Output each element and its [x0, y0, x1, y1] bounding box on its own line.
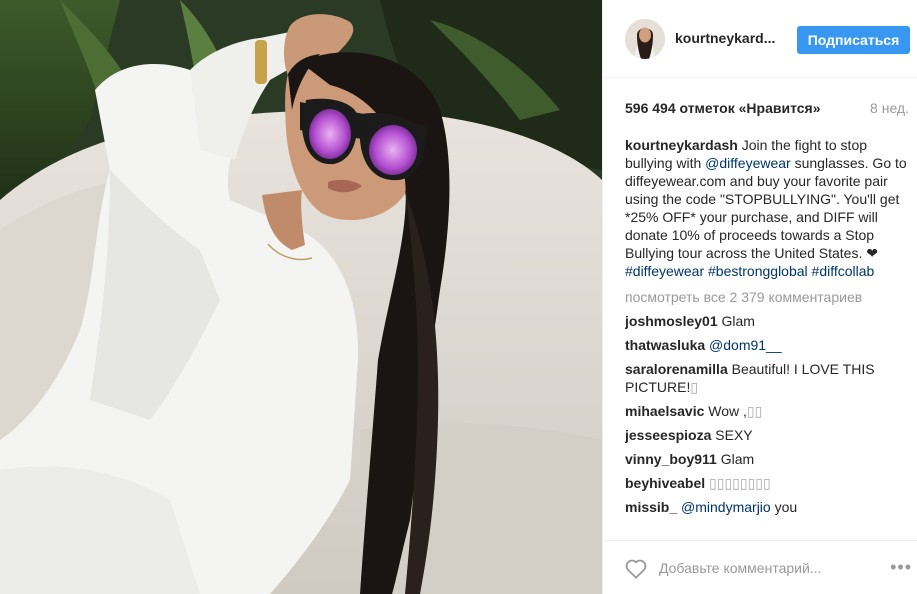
photo-illustration: [0, 0, 602, 594]
emoji-placeholder: ▯▯: [746, 403, 763, 419]
more-options-icon[interactable]: •••: [890, 557, 912, 578]
emoji-placeholder: ▯▯▯▯▯▯▯▯: [709, 475, 771, 491]
comment-bar: Добавьте комментарий... •••: [603, 540, 917, 594]
comment-username[interactable]: vinny_boy911: [625, 451, 717, 467]
likes-count[interactable]: 596 494 отметок «Нравится»: [625, 100, 821, 116]
post-header: kourtneykard... Подписаться: [603, 0, 917, 78]
comment-text: you: [774, 499, 798, 515]
comment-username[interactable]: thatwasluka: [625, 337, 705, 353]
username-link[interactable]: kourtneykard...: [675, 30, 775, 46]
emoji-placeholder: ▯: [690, 379, 699, 395]
post-sidebar: kourtneykard... Подписаться 596 494 отме…: [602, 0, 917, 594]
avatar[interactable]: [625, 19, 665, 59]
follow-button[interactable]: Подписаться: [797, 26, 910, 54]
add-comment-input[interactable]: Добавьте комментарий...: [659, 560, 821, 576]
post-age[interactable]: 8 нед.: [870, 100, 909, 116]
post-photo[interactable]: [0, 0, 602, 594]
comments-list: kourtneykardash Join the fight to stop b…: [625, 136, 911, 536]
view-all-comments-link[interactable]: посмотреть все 2 379 комментариев: [625, 288, 911, 306]
comment-username[interactable]: saralorenamilla: [625, 361, 728, 377]
comment-text: Glam: [721, 313, 755, 329]
comment-username[interactable]: missib_: [625, 499, 677, 515]
comment-text: Wow ,: [708, 403, 747, 419]
caption: kourtneykardash Join the fight to stop b…: [625, 136, 911, 280]
heart-icon[interactable]: [625, 559, 647, 579]
avatar-image: [625, 19, 665, 59]
comment-item: joshmosley01 Glam: [625, 312, 911, 330]
comment-text: SEXY: [715, 427, 753, 443]
caption-mention[interactable]: @diffeyewear: [705, 155, 791, 171]
post-window: kourtneykard... Подписаться 596 494 отме…: [0, 0, 917, 594]
comment-item: mihaelsavic Wow ,▯▯: [625, 402, 911, 420]
comment-mention[interactable]: @mindymarjio: [681, 499, 771, 515]
caption-username[interactable]: kourtneykardash: [625, 137, 738, 153]
comment-item: missib_ @mindymarjio you: [625, 498, 911, 516]
comment-username[interactable]: beyhiveabel: [625, 475, 705, 491]
comment-username[interactable]: joshmosley01: [625, 313, 718, 329]
comment-mention[interactable]: @dom91__: [709, 337, 782, 353]
comment-item: thatwasluka @dom91__: [625, 336, 911, 354]
comment-item: beyhiveabel ▯▯▯▯▯▯▯▯: [625, 474, 911, 492]
caption-hashtags[interactable]: #diffeyewear #bestrongglobal #diffcollab: [625, 263, 874, 279]
comment-text: Glam: [720, 451, 755, 467]
comment-username[interactable]: jesseespioza: [625, 427, 711, 443]
comment-item: vinny_boy911 Glam: [625, 450, 911, 468]
comment-item: saralorenamilla Beautiful! I LOVE THIS P…: [625, 360, 911, 396]
comment-item: jesseespioza SEXY: [625, 426, 911, 444]
comment-username[interactable]: mihaelsavic: [625, 403, 704, 419]
